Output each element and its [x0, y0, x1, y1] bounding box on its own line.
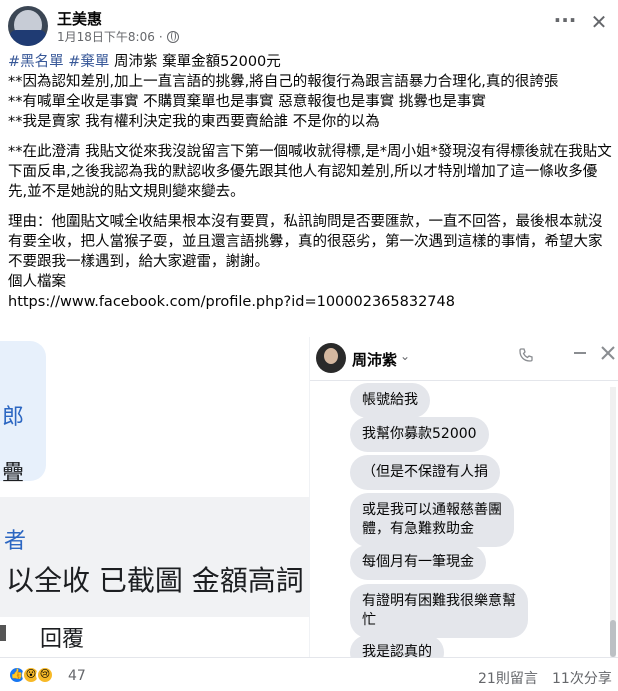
chat-message: 帳號給我 — [350, 383, 430, 418]
post-line-1: #黑名單 #棄單 周沛紫 棄單金額52000元 — [8, 52, 612, 72]
more-options-button[interactable]: ··· — [551, 8, 579, 36]
chevron-down-icon: ⌄ — [400, 349, 411, 363]
left-blue-label: 者 — [4, 529, 27, 554]
post-line-3: **有喊單全收是事實 不購買棄單也是事實 惡意報復也是事實 挑釁也是事實 — [8, 94, 486, 110]
chat-message: （但是不保證有人捐 — [350, 455, 500, 490]
post-paragraph-clarify: **在此澄清 我貼文從來我沒說留言下第一個喊收就得標,是*周小姐*發現沒有得標後… — [8, 144, 612, 200]
media-right-screenshot[interactable]: 周沛紫 ⌄ 帳號給我 我幫你募款52000 （但是不保證有人捐 或是我可以通報慈… — [310, 337, 618, 657]
chat-messages: 帳號給我 我幫你募款52000 （但是不保證有人捐 或是我可以通報慈善團 體，有… — [310, 381, 618, 657]
post-profile-label: 個人檔案 — [8, 274, 66, 290]
author-avatar[interactable] — [8, 6, 48, 46]
chat-contact-name: 周沛紫 — [352, 351, 398, 369]
author-name[interactable]: 王美惠 — [57, 8, 102, 29]
left-big-text: 以全收 已截圖 金額高詞 — [6, 564, 304, 597]
post-profile-link[interactable]: https://www.facebook.com/profile.php?id=… — [8, 292, 612, 312]
comment-count[interactable]: 21則留言 — [478, 668, 538, 688]
chat-message: 我幫你募款52000 — [350, 417, 489, 452]
close-icon[interactable]: ✕ — [585, 8, 613, 36]
left-reply-text: 回覆 — [40, 627, 85, 652]
post-line-4: **我是賣家 我有權利決定我的東西要賣給誰 不是你的以為 — [8, 114, 380, 130]
left-char-2: 疊 — [2, 461, 25, 486]
post-meta: 1月18日下午8:06 · — [57, 28, 179, 45]
chat-scrollbar-thumb — [610, 620, 616, 657]
separator-dot: · — [158, 29, 163, 44]
media-left-screenshot[interactable]: 郎 疊 者 以全收 已截圖 金額高詞 回覆 — [0, 337, 309, 657]
share-count[interactable]: 11次分享 — [552, 668, 612, 688]
post-paragraph-reason: 理由：他圍貼文喊全收結果根本沒有要買，私訊詢問是否要匯款，一直不回答，最後根本就… — [8, 214, 603, 270]
chat-close-icon — [600, 345, 616, 365]
chat-message: 我是認真的 — [350, 635, 444, 657]
chat-message: 或是我可以通報慈善團 體，有急難救助金 — [350, 493, 514, 547]
globe-icon — [166, 30, 179, 43]
reaction-icons[interactable]: 👍 😮 😢 — [8, 666, 54, 684]
phone-icon — [518, 347, 534, 367]
post-body: #黑名單 #棄單 周沛紫 棄單金額52000元 **因為認知差別,加上一直言語的… — [8, 52, 612, 312]
chat-message: 有證明有困難我很樂意幫 忙 — [350, 584, 528, 638]
chat-header: 周沛紫 ⌄ — [310, 337, 618, 381]
minimize-icon — [572, 345, 588, 365]
post-media[interactable]: 郎 疊 者 以全收 已截圖 金額高詞 回覆 周沛紫 ⌄ 帳號給我 我幫你募款52… — [0, 337, 618, 657]
left-band — [0, 497, 309, 617]
sad-icon: 😢 — [36, 666, 54, 684]
post-timestamp[interactable]: 1月18日下午8:06 — [57, 28, 155, 45]
left-dash — [0, 625, 6, 641]
chat-avatar — [316, 343, 346, 373]
chat-scrollbar-track — [610, 387, 616, 657]
reaction-count[interactable]: 47 — [68, 668, 86, 684]
hashtag-abandon[interactable]: #棄單 — [68, 54, 109, 70]
left-char-1: 郎 — [2, 405, 25, 430]
hashtag-blacklist[interactable]: #黑名單 — [8, 54, 64, 70]
post-line-2: **因為認知差別,加上一直言語的挑釁,將自己的報復行為跟言語暴力合理化,真的很誇… — [8, 74, 559, 90]
chat-message: 每個月有一筆現金 — [350, 545, 486, 580]
post-footer: 👍 😮 😢 47 21則留言 11次分享 — [0, 657, 618, 691]
post-line-1-text: 周沛紫 棄單金額52000元 — [109, 54, 281, 70]
